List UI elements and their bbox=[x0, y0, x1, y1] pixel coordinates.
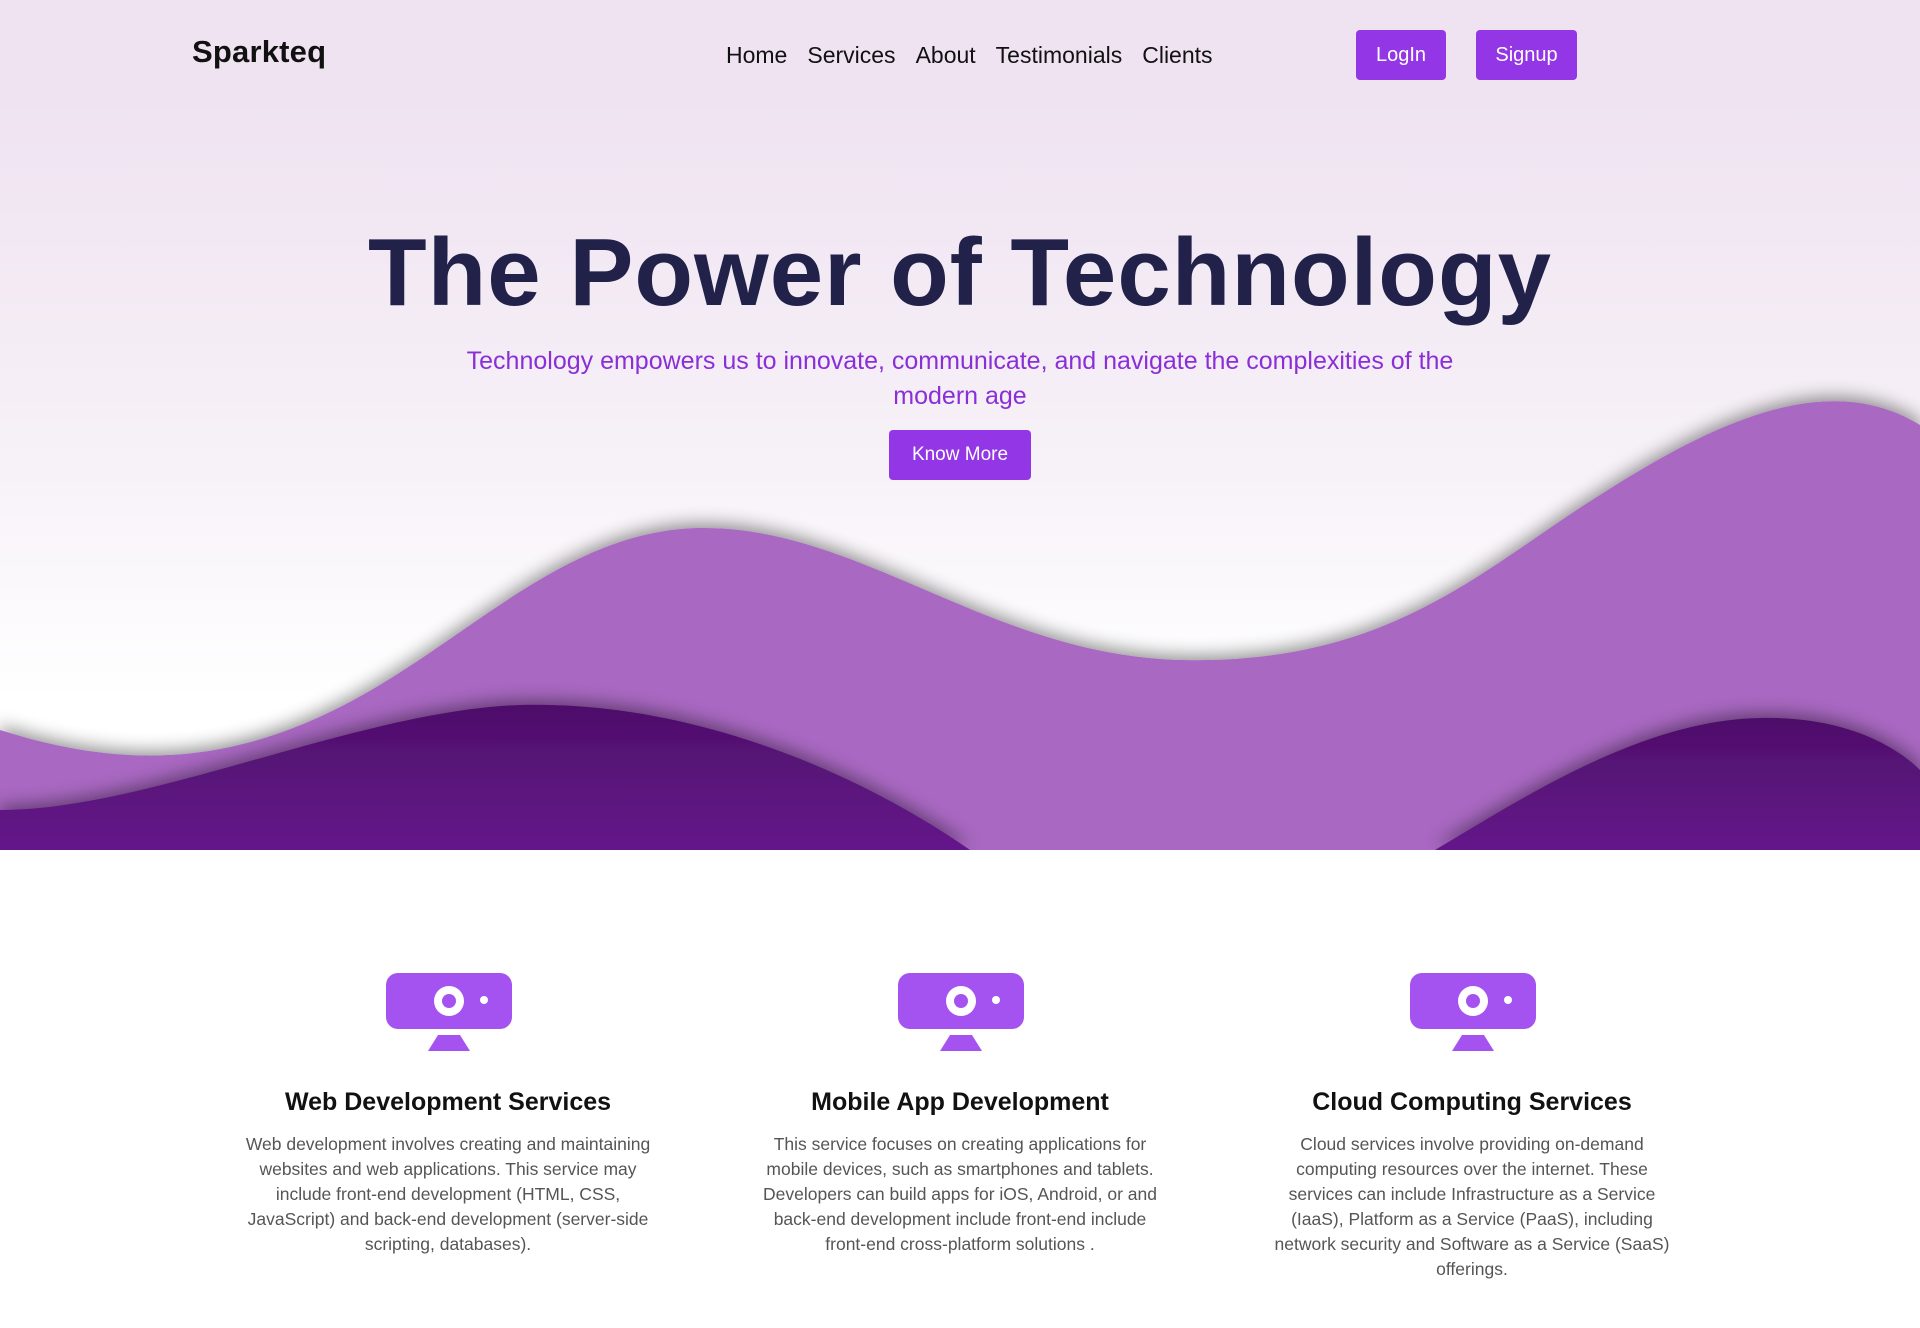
service-description: Web development involves creating and ma… bbox=[245, 1134, 651, 1254]
service-description: This service focuses on creating applica… bbox=[763, 1134, 1157, 1254]
login-button[interactable]: LogIn bbox=[1356, 30, 1446, 80]
brand-logo[interactable]: Sparkteq bbox=[192, 34, 326, 70]
service-title: Mobile App Development bbox=[811, 1088, 1109, 1116]
hero-title: The Power of Technology bbox=[368, 219, 1552, 326]
webcam-icon bbox=[898, 973, 1024, 1051]
service-title: Web Development Services bbox=[284, 1088, 612, 1116]
signup-button[interactable]: Signup bbox=[1476, 30, 1577, 80]
webcam-icon bbox=[386, 973, 512, 1051]
nav-link-clients[interactable]: Clients bbox=[1142, 42, 1212, 69]
service-description: Cloud services involve providing on-dema… bbox=[1274, 1134, 1670, 1279]
nav-links: Home Services About Testimonials Clients bbox=[726, 42, 1213, 69]
know-more-button[interactable]: Know More bbox=[889, 430, 1031, 480]
nav-link-about[interactable]: About bbox=[916, 42, 976, 69]
hero-subtitle: Technology empowers us to innovate, comm… bbox=[466, 347, 1454, 410]
hero-section: The Power of Technology Technology empow… bbox=[0, 100, 1920, 850]
services-section: Web Development Services Web development… bbox=[0, 850, 1920, 1328]
nav-link-services[interactable]: Services bbox=[807, 42, 895, 69]
webcam-icon bbox=[1410, 973, 1536, 1051]
navbar: Sparkteq Home Services About Testimonial… bbox=[0, 0, 1920, 100]
nav-link-testimonials[interactable]: Testimonials bbox=[996, 42, 1123, 69]
service-title: Cloud Computing Services bbox=[1312, 1088, 1632, 1116]
nav-link-home[interactable]: Home bbox=[726, 42, 787, 69]
